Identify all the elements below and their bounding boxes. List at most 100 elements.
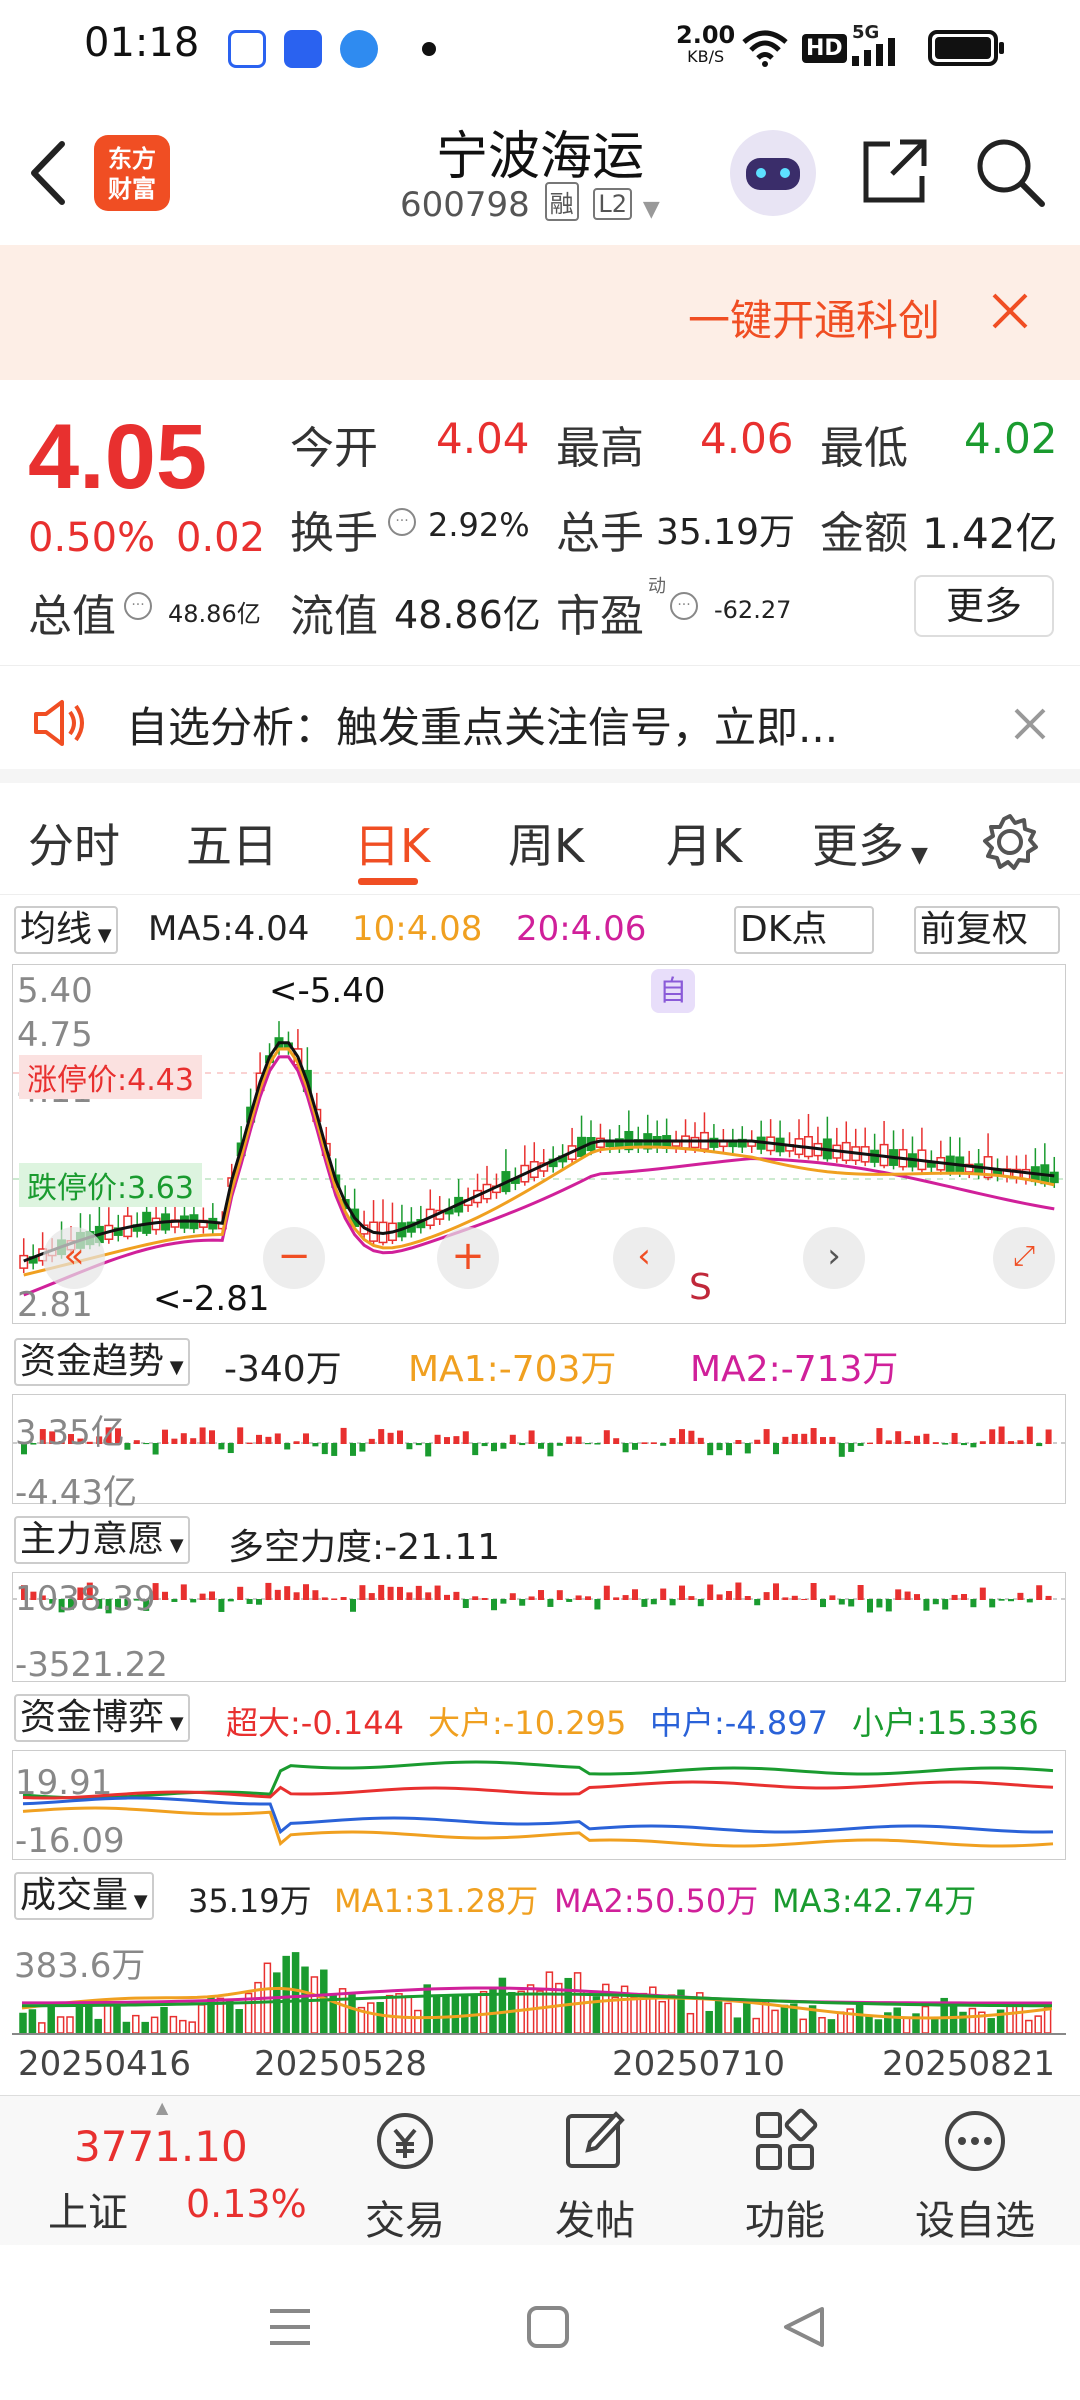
info-icon[interactable]: ···: [124, 592, 152, 620]
amount-label: 金额: [820, 508, 908, 559]
stock-code-row[interactable]: 600798 融 L2 ▼: [400, 182, 660, 225]
fund-trend-bar: [368, 1438, 375, 1444]
scroll-right-icon[interactable]: ›: [803, 1227, 865, 1289]
more-button[interactable]: 更多: [914, 575, 1054, 637]
open-label: 今开: [290, 423, 378, 474]
volume-bar: [799, 2018, 807, 2034]
tab-daily-k[interactable]: 日K: [354, 810, 430, 876]
fund-trend-bar: [603, 1430, 610, 1444]
period-tabs: 分时 五日 日K 周K 月K 更多 ▼: [0, 790, 1080, 895]
tab-intraday[interactable]: 分时: [28, 810, 120, 876]
close-icon[interactable]: [1012, 706, 1048, 742]
volume-dropdown[interactable]: 成交量 ▼: [14, 1872, 154, 1920]
fund-trend-bar: [951, 1432, 958, 1444]
y-axis-bottom: 2.81: [17, 1285, 93, 1325]
last-price: 4.05: [28, 406, 208, 508]
volume-bar: [667, 1994, 676, 2034]
tab-more[interactable]: 更多 ▼: [812, 810, 928, 876]
fund-trend-bar: [519, 1443, 526, 1446]
fund-trend-bar: [350, 1443, 356, 1456]
candle-body: [19, 1254, 29, 1269]
volume-bar: [611, 1996, 619, 2034]
volume-bar: [226, 1999, 234, 2034]
chevron-up-icon: ▲: [156, 2098, 169, 2117]
trade-button[interactable]: 交易: [330, 2106, 480, 2246]
main-will-bar: [885, 1599, 892, 1612]
index-ticker[interactable]: ▲ 3771.10 上证 0.13%: [14, 2098, 307, 2236]
fund-trend-bar: [885, 1440, 892, 1444]
fund-trend-dropdown[interactable]: 资金趋势 ▼: [14, 1338, 190, 1386]
volume-svg: [12, 1952, 1066, 2035]
info-icon[interactable]: ···: [388, 508, 416, 536]
main-will-bar: [538, 1590, 544, 1600]
tab-weekly-k[interactable]: 周K: [508, 810, 584, 876]
function-button[interactable]: 功能: [710, 2106, 860, 2246]
main-will-bar: [801, 1598, 808, 1600]
menu-icon[interactable]: [268, 2307, 312, 2347]
adjust-dropdown[interactable]: 前复权: [914, 906, 1060, 954]
ma20-value: 20:4.06: [516, 909, 647, 949]
volume-bar: [47, 2006, 55, 2034]
fund-trend-bar: [462, 1431, 469, 1444]
zoom-in-icon[interactable]: +: [437, 1227, 499, 1289]
main-will-bar: [979, 1587, 986, 1600]
fund-game-dropdown[interactable]: 资金博弈 ▼: [14, 1694, 190, 1742]
main-will-bar: [726, 1591, 732, 1600]
promo-banner[interactable]: 一键开通科创: [0, 245, 1080, 380]
main-will-bar: [641, 1599, 648, 1607]
notice-bar[interactable]: 自选分析：触发重点关注信号，立即...: [0, 665, 1080, 783]
volume-bar: [103, 2003, 112, 2034]
post-button[interactable]: 发帖: [520, 2106, 670, 2246]
volume-bar: [536, 1990, 544, 2034]
volume-bar: [141, 2021, 149, 2034]
scroll-left-fast-icon[interactable]: «: [43, 1227, 105, 1289]
search-icon[interactable]: [972, 134, 1048, 210]
ma-dropdown[interactable]: 均线 ▼: [14, 906, 118, 954]
robot-assistant-icon[interactable]: [730, 130, 816, 216]
scroll-left-icon[interactable]: ‹: [613, 1227, 675, 1289]
gear-icon[interactable]: [980, 812, 1040, 872]
signal-icon: [852, 38, 895, 66]
fund-trend-bar: [171, 1438, 178, 1444]
volume-bar: [38, 2022, 46, 2034]
main-will-bar: [1036, 1585, 1043, 1600]
main-will-y-top: 1038.39: [15, 1579, 156, 1619]
info-icon[interactable]: ···: [670, 592, 698, 620]
main-will-bar: [1045, 1595, 1052, 1600]
close-icon[interactable]: [990, 291, 1030, 331]
fund-trend-bar: [434, 1434, 441, 1444]
main-will-dropdown[interactable]: 主力意愿 ▼: [14, 1516, 190, 1564]
volume-bar: [733, 2017, 742, 2034]
fund-trend-bar: [1017, 1440, 1024, 1444]
date-label: 20250821: [882, 2044, 1056, 2084]
back-nav-icon[interactable]: [782, 2305, 826, 2349]
fund-trend-bar: [754, 1439, 761, 1444]
add-watchlist-button[interactable]: 设自选: [900, 2106, 1050, 2246]
tab-five-day[interactable]: 五日: [186, 810, 278, 876]
tab-monthly-k[interactable]: 月K: [666, 810, 742, 876]
dk-point-dropdown[interactable]: DK点: [734, 906, 874, 954]
main-will-bar: [575, 1595, 582, 1600]
volume-bar: [545, 1971, 554, 2034]
volume-bar: [282, 1955, 290, 2034]
volume-bar: [724, 2002, 732, 2034]
fund-trend-bar: [152, 1443, 159, 1455]
zoom-out-icon[interactable]: −: [263, 1227, 325, 1289]
super-large-value: 超大:-0.144: [226, 1704, 404, 1742]
main-will-bar: [603, 1585, 610, 1600]
pe-dynamic-sup: 动: [648, 576, 666, 597]
kline-chart[interactable]: 5.40 4.75 4.11 3.46 2.81 涨停价:4.43 跌停价:3.…: [12, 964, 1067, 1325]
fullscreen-icon[interactable]: ⤢: [993, 1227, 1055, 1289]
volume-bar: [837, 2011, 845, 2034]
main-will-bar: [218, 1599, 225, 1612]
ma5-value: MA5:4.04: [148, 909, 310, 949]
home-icon[interactable]: [526, 2305, 570, 2349]
fund-trend-bar: [970, 1443, 977, 1448]
notification-dot-icon: [422, 42, 436, 56]
fund-trend-bar: [707, 1443, 714, 1456]
volume-bar: [630, 1996, 638, 2034]
fund-trend-bar: [162, 1429, 168, 1444]
fund-trend-y-top: 3.35亿: [15, 1413, 125, 1453]
fund-trend-bar: [190, 1438, 197, 1444]
share-icon[interactable]: [860, 136, 930, 206]
